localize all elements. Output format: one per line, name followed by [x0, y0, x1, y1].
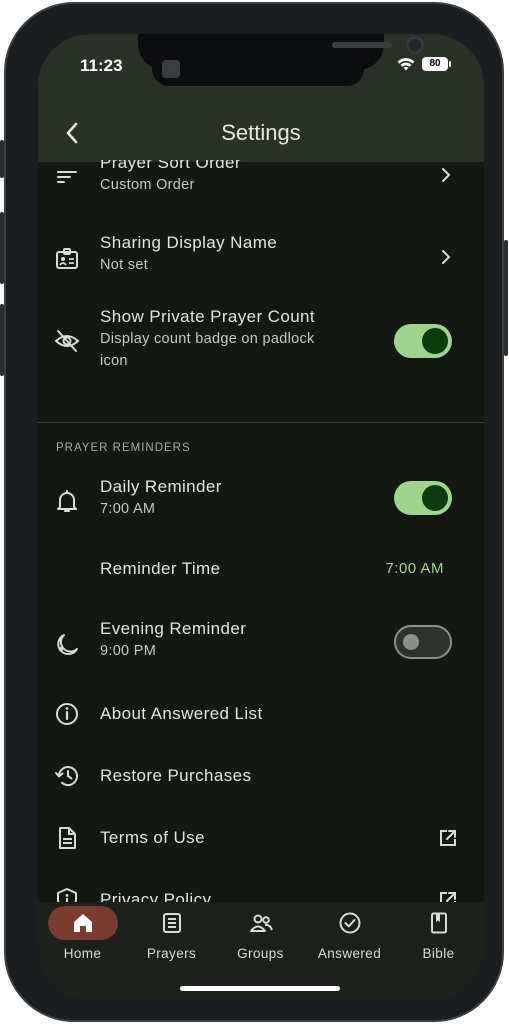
check-circle-icon	[339, 912, 360, 934]
private-count-description-cont: icon	[100, 353, 128, 369]
nav-label-prayers: Prayers	[146, 946, 197, 961]
sharing-name-label: Sharing Display Name	[100, 233, 278, 252]
nav-item-answered[interactable]: Answered	[305, 906, 394, 961]
terms-label: Terms of Use	[100, 828, 205, 847]
external-link-icon	[440, 892, 456, 902]
document-icon	[59, 827, 76, 849]
shield-info-icon	[57, 888, 77, 902]
nav-label-bible: Bible	[422, 946, 455, 961]
terms-of-use-item[interactable]: Terms of Use	[38, 824, 484, 864]
nav-item-prayers[interactable]: Prayers	[127, 906, 216, 961]
sharing-name-value: Not set	[100, 257, 149, 273]
nav-pill-answered	[315, 906, 385, 940]
private-count-toggle[interactable]	[394, 324, 452, 358]
sharing-display-name-item[interactable]: Sharing Display Name Not set	[38, 232, 484, 292]
nav-item-bible[interactable]: Bible	[394, 906, 483, 961]
privacy-label: Privacy Policy	[100, 890, 212, 902]
private-count-description: Display count badge on padlock	[100, 331, 315, 347]
divider	[38, 422, 484, 423]
nav-pill-bible	[404, 906, 474, 940]
battery-indicator: 80	[422, 57, 451, 71]
about-answered-label: About Answered List	[100, 704, 263, 723]
nav-pill-groups	[226, 906, 296, 940]
external-link-icon	[440, 830, 456, 846]
chevron-right-icon	[442, 250, 450, 264]
mute-switch	[0, 140, 4, 178]
nav-item-groups[interactable]: Groups	[216, 906, 305, 961]
wifi-icon	[397, 58, 415, 71]
bottom-navigation: Home Prayers Groups Answered Bible	[38, 902, 484, 1000]
history-icon	[55, 766, 78, 787]
volume-up-button	[0, 212, 4, 284]
front-camera	[406, 36, 424, 54]
reminder-time-label: Reminder Time	[100, 559, 221, 578]
island-app-icon	[162, 60, 180, 78]
nav-label-home: Home	[63, 946, 102, 961]
page-title: Settings	[221, 120, 301, 145]
toggle-knob	[422, 485, 448, 511]
daily-reminder-toggle[interactable]	[394, 481, 452, 515]
screen: 11:23 80 Settings Prayer Sort Order Cust…	[38, 34, 484, 1000]
about-answered-list-item[interactable]: About Answered List	[38, 700, 484, 740]
evening-reminder-toggle[interactable]	[394, 625, 452, 659]
reminder-time-value[interactable]: 7:00 AM	[385, 560, 444, 577]
speaker-grille	[332, 42, 392, 48]
daily-reminder-label: Daily Reminder	[100, 477, 222, 496]
daily-reminder-time: 7:00 AM	[100, 501, 156, 517]
status-icons: 80	[396, 56, 451, 72]
groups-icon	[249, 914, 273, 932]
phone-frame: 11:23 80 Settings Prayer Sort Order Cust…	[0, 2, 508, 1022]
toggle-knob	[403, 634, 419, 650]
section-header-reminders: PRAYER REMINDERS	[56, 442, 191, 454]
private-count-label: Show Private Prayer Count	[100, 307, 316, 326]
prayer-sort-value: Custom Order	[100, 177, 195, 193]
reminder-time-item[interactable]: Reminder Time 7:00 AM	[38, 558, 484, 598]
toggle-knob	[422, 328, 448, 354]
prayer-sort-order-item[interactable]: Prayer Sort Order Custom Order	[38, 160, 484, 212]
sort-icon	[57, 171, 77, 183]
nav-pill-home	[47, 906, 118, 940]
chevron-right-icon	[442, 168, 450, 182]
evening-reminder-label: Evening Reminder	[100, 619, 247, 638]
nav-label-groups: Groups	[237, 946, 284, 961]
info-icon	[56, 703, 78, 725]
eye-off-icon	[54, 330, 80, 352]
prayer-sort-label: Prayer Sort Order	[100, 160, 241, 172]
privacy-policy-item[interactable]: Privacy Policy	[38, 886, 484, 902]
book-icon	[430, 912, 447, 934]
id-badge-icon	[56, 248, 78, 269]
home-icon	[73, 914, 92, 932]
daily-reminder-item[interactable]: Daily Reminder 7:00 AM	[38, 476, 484, 536]
nav-item-home[interactable]: Home	[38, 906, 127, 961]
volume-down-button	[0, 304, 4, 376]
nav-label-answered: Answered	[317, 946, 382, 961]
evening-reminder-time: 9:00 PM	[100, 643, 157, 659]
moon-icon	[57, 634, 78, 655]
bell-icon	[57, 490, 77, 512]
home-indicator	[180, 986, 340, 991]
nav-pill-prayers	[137, 906, 207, 940]
dynamic-island	[152, 52, 364, 86]
restore-purchases-label: Restore Purchases	[100, 766, 252, 785]
private-prayer-count-item[interactable]: Show Private Prayer Count Display count …	[38, 306, 484, 386]
list-icon	[162, 913, 181, 933]
evening-reminder-item[interactable]: Evening Reminder 9:00 PM	[38, 618, 484, 678]
power-button	[504, 240, 508, 356]
status-time: 11:23	[80, 56, 123, 75]
settings-list[interactable]: Prayer Sort Order Custom Order Sharing D…	[38, 160, 484, 902]
restore-purchases-item[interactable]: Restore Purchases	[38, 762, 484, 802]
